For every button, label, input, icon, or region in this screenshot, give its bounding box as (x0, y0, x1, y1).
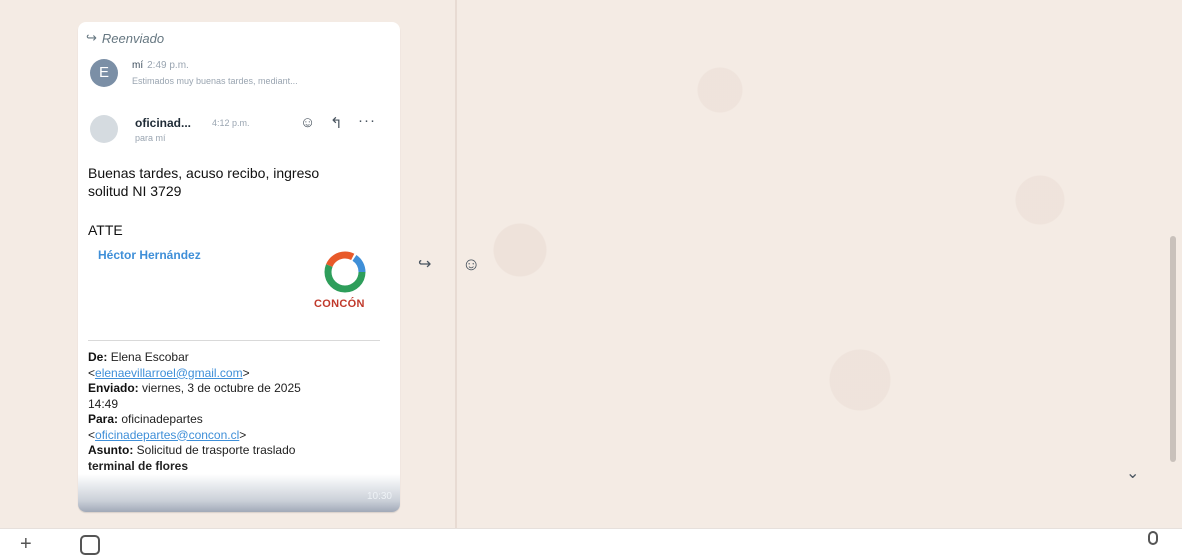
reply-icon: ↰ (330, 115, 343, 132)
logo-text: CONCÓN (314, 298, 365, 310)
composer-bar: + (0, 528, 1182, 558)
avatar: E (90, 59, 118, 87)
signature-name: Héctor Hernández (98, 248, 201, 262)
message-body: Buenas tardes, acuso recibo, ingreso sol… (88, 165, 320, 199)
forward-icon[interactable]: ↪︎ (418, 254, 431, 274)
thread-recipient: para mí (135, 133, 166, 143)
message-bubble[interactable]: ↪︎ Reenviado E mí 2:49 p.m. Estimados muy… (78, 22, 400, 512)
emoji-icon[interactable]: ☺ (462, 254, 480, 275)
thread-sender: mí 2:49 p.m. (132, 60, 189, 71)
message-timestamp: 10:30 (366, 491, 392, 502)
forwarded-icon: ↪︎ (86, 30, 97, 45)
wallpaper-divider (455, 0, 457, 528)
plus-icon[interactable]: + (20, 533, 32, 555)
more-icon: ··· (358, 112, 376, 129)
mic-icon[interactable] (1148, 531, 1158, 545)
scrollbar[interactable] (1170, 236, 1176, 462)
to-email-link[interactable]: oficinadepartes@concon.cl (95, 428, 239, 442)
avatar (90, 115, 118, 143)
from-email-link[interactable]: elenaevillarroel@gmail.com (95, 366, 243, 380)
thread-time: 2:49 p.m. (147, 60, 189, 71)
thread-sender: oficinad... (135, 116, 192, 130)
forwarded-header: ↪︎ Reenviado (86, 30, 164, 46)
read-more-fade[interactable] (78, 474, 400, 512)
divider (88, 340, 380, 341)
email-headers: De: Elena Escobar <elenaevillarroel@gmai… (88, 350, 301, 473)
chevron-down-icon[interactable]: ⌄ (1126, 463, 1139, 483)
thread-time: 4:12 p.m. (212, 118, 250, 128)
sticker-icon[interactable] (80, 535, 100, 555)
signoff: ATTE (88, 222, 123, 238)
forwarded-label: Reenviado (101, 30, 165, 46)
thread-preview: Estimados muy buenas tardes, mediant... (132, 76, 298, 86)
emoji-icon: ☺ (300, 114, 316, 131)
